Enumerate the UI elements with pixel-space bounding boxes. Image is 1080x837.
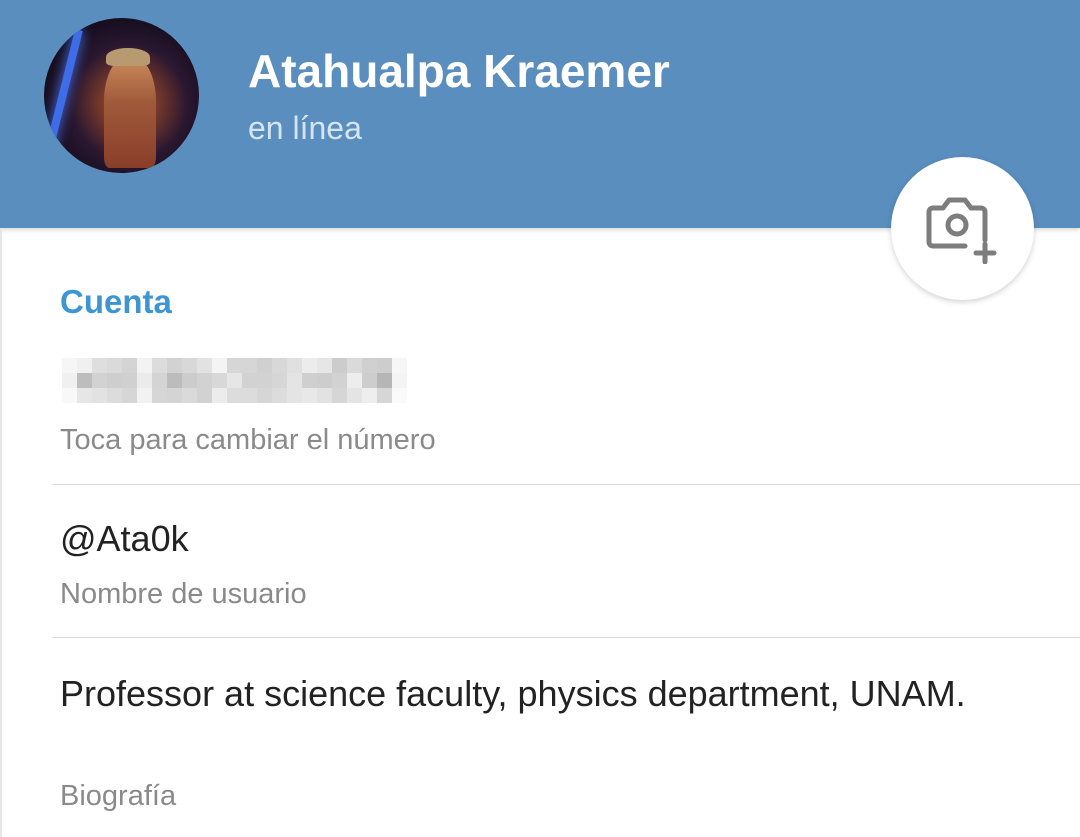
blur-block [92, 373, 107, 388]
blur-block [227, 388, 242, 403]
blur-block [107, 373, 122, 388]
blur-block [362, 373, 377, 388]
blur-block [317, 358, 332, 373]
blur-block [302, 358, 317, 373]
camera-add-icon [926, 197, 996, 264]
blur-block [182, 358, 197, 373]
blur-block [167, 373, 182, 388]
blur-block [197, 388, 212, 403]
blur-block [212, 358, 227, 373]
blur-block [377, 388, 392, 403]
blur-block [332, 373, 347, 388]
blur-block [77, 388, 92, 403]
blur-block [242, 373, 257, 388]
blur-block [212, 388, 227, 403]
blur-block [197, 373, 212, 388]
section-title-account: Cuenta [60, 283, 172, 320]
blur-block [182, 373, 197, 388]
blur-block [227, 358, 242, 373]
blur-block [77, 358, 92, 373]
blur-block [377, 373, 392, 388]
divider [52, 484, 1080, 485]
blur-block [137, 358, 152, 373]
blur-block [377, 358, 392, 373]
avatar[interactable] [44, 18, 199, 173]
blur-block [107, 358, 122, 373]
blur-block [392, 358, 407, 373]
set-photo-button[interactable] [891, 157, 1034, 300]
blur-block [62, 373, 77, 388]
blur-block [332, 358, 347, 373]
divider [0, 228, 2, 837]
blur-block [77, 373, 92, 388]
blur-block [272, 358, 287, 373]
blur-block [317, 388, 332, 403]
username-value: @Ata0k [60, 518, 189, 559]
blur-block [347, 373, 362, 388]
profile-name: Atahualpa Kraemer [248, 45, 670, 97]
divider [52, 637, 1080, 638]
blur-block [257, 373, 272, 388]
blur-block [362, 388, 377, 403]
blur-block [332, 388, 347, 403]
blur-block [122, 358, 137, 373]
bio-value: Professor at science faculty, physics de… [60, 673, 966, 714]
blur-block [257, 388, 272, 403]
blur-block [347, 358, 362, 373]
blur-block [347, 388, 362, 403]
bio-hint: Biografía [60, 780, 177, 812]
blur-block [152, 373, 167, 388]
username-hint: Nombre de usuario [60, 578, 307, 610]
blur-block [272, 373, 287, 388]
blur-block [152, 388, 167, 403]
blur-block [62, 388, 77, 403]
blur-block [182, 388, 197, 403]
blur-block [257, 358, 272, 373]
blur-block [62, 358, 77, 373]
blur-block [107, 388, 122, 403]
blur-block [197, 358, 212, 373]
blur-block [212, 373, 227, 388]
blur-block [242, 358, 257, 373]
blur-block [287, 373, 302, 388]
blur-block [92, 388, 107, 403]
blur-block [167, 388, 182, 403]
blur-block [152, 358, 167, 373]
blur-block [137, 373, 152, 388]
blur-block [287, 388, 302, 403]
blur-block [317, 373, 332, 388]
blur-block [167, 358, 182, 373]
blur-block [122, 373, 137, 388]
blur-block [242, 388, 257, 403]
blur-block [137, 388, 152, 403]
phone-hint: Toca para cambiar el número [60, 424, 436, 456]
blur-block [272, 388, 287, 403]
blur-block [362, 358, 377, 373]
blur-block [92, 358, 107, 373]
blur-block [122, 388, 137, 403]
blur-block [227, 373, 242, 388]
blur-block [302, 373, 317, 388]
blur-block [302, 388, 317, 403]
online-status: en línea [248, 110, 362, 146]
blur-block [392, 373, 407, 388]
blur-block [392, 388, 407, 403]
phone-number-blurred [48, 350, 421, 411]
blur-block [287, 358, 302, 373]
